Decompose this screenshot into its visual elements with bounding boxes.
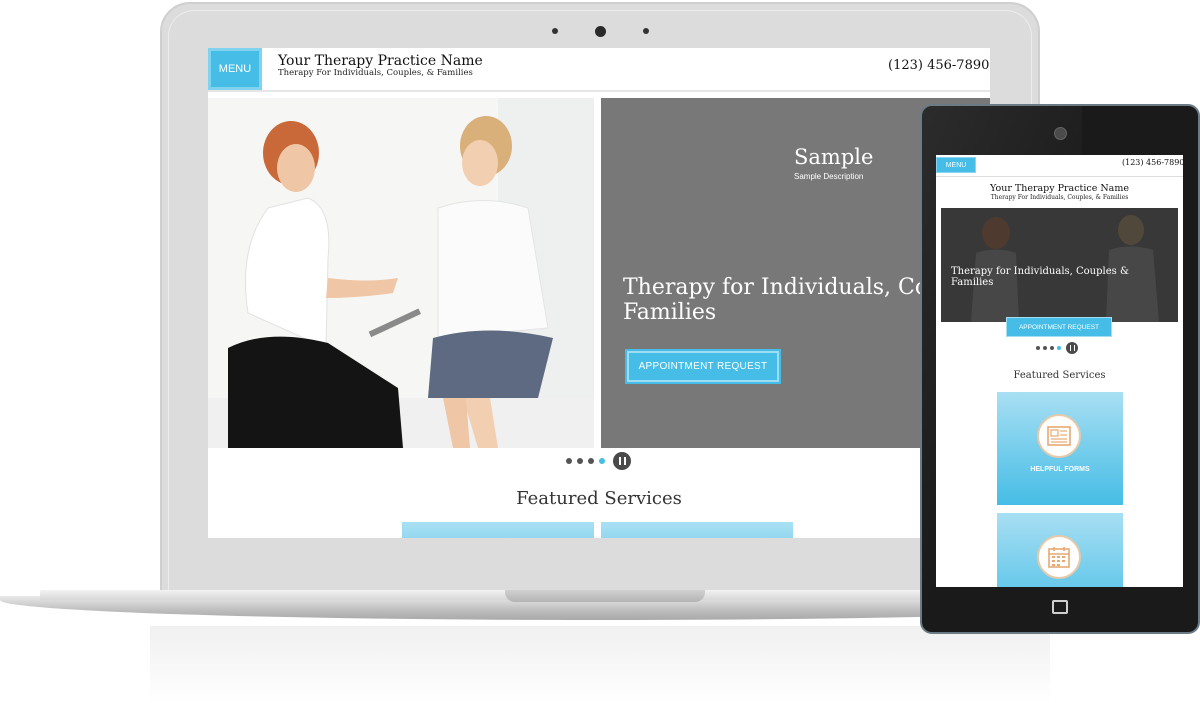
- practice-name[interactable]: Your Therapy Practice Name: [278, 53, 483, 69]
- tablet-camera: [1054, 127, 1067, 140]
- service-card[interactable]: [601, 522, 793, 538]
- slider-dot[interactable]: [577, 458, 583, 464]
- laptop-sensor-dot: [643, 28, 649, 34]
- calendar-icon: [1048, 547, 1070, 568]
- laptop-hinge-notch: [505, 590, 705, 602]
- slider-dot-active[interactable]: [599, 458, 605, 464]
- forms-icon: [1047, 426, 1071, 446]
- slider-controls: [566, 452, 631, 470]
- phone-number[interactable]: (123) 456-7890: [888, 58, 989, 73]
- slider-dot[interactable]: [566, 458, 572, 464]
- slider-dot[interactable]: [588, 458, 594, 464]
- laptop-screen: MENU Your Therapy Practice Name Therapy …: [208, 48, 990, 538]
- practice-tagline: Therapy For Individuals, Couples, & Fami…: [278, 68, 473, 78]
- menu-button[interactable]: MENU: [936, 157, 976, 173]
- service-card-calendar[interactable]: [997, 513, 1123, 587]
- slider-dot-active[interactable]: [1057, 346, 1061, 350]
- practice-tagline: Therapy For Individuals, Couples, & Fami…: [990, 194, 1129, 201]
- slider-dot[interactable]: [1050, 346, 1054, 350]
- appointment-request-button[interactable]: APPOINTMENT REQUEST: [1006, 317, 1112, 337]
- featured-services-heading: Featured Services: [516, 488, 682, 509]
- slide-headline: Therapy for Individuals, Couples & Famil…: [951, 266, 1129, 288]
- calendar-icon-circle: [1037, 535, 1081, 579]
- laptop-sensor-dot: [552, 28, 558, 34]
- appointment-request-button[interactable]: APPOINTMENT REQUEST: [625, 349, 781, 384]
- hero-slide: Therapy for Individuals, Couples & Famil…: [941, 208, 1178, 322]
- practice-name[interactable]: Your Therapy Practice Name: [936, 183, 1183, 194]
- laptop-camera: [595, 26, 606, 37]
- pause-icon: [618, 457, 626, 465]
- tablet-screen: MENU (123) 456-7890 Your Therapy Practic…: [936, 155, 1183, 587]
- laptop-reflection: [150, 626, 1050, 703]
- featured-services-heading: Featured Services: [1013, 370, 1106, 381]
- slider-pause-button[interactable]: [613, 452, 631, 470]
- phone-number[interactable]: (123) 456-7890: [1122, 158, 1183, 167]
- slider-dot[interactable]: [1043, 346, 1047, 350]
- slide-description: Sample Description: [794, 172, 864, 181]
- slider-controls: [1036, 342, 1078, 354]
- slide-title: Sample: [794, 145, 874, 169]
- tablet-home-button[interactable]: [1052, 600, 1068, 614]
- service-card-label: HELPFUL FORMS: [1030, 466, 1090, 473]
- header-divider: [936, 176, 1183, 177]
- hero-photo: [208, 98, 594, 448]
- site-header: MENU Your Therapy Practice Name Therapy …: [208, 48, 990, 92]
- slider-pause-button[interactable]: [1066, 342, 1078, 354]
- therapy-session-illustration: [208, 98, 594, 448]
- hero-photo-dimmed: [941, 208, 1178, 322]
- forms-icon-circle: [1037, 414, 1081, 458]
- service-card[interactable]: [402, 522, 594, 538]
- menu-button[interactable]: MENU: [208, 48, 262, 90]
- pause-icon: [1069, 345, 1075, 351]
- service-card-helpful-forms[interactable]: HELPFUL FORMS: [997, 392, 1123, 505]
- slider-dot[interactable]: [1036, 346, 1040, 350]
